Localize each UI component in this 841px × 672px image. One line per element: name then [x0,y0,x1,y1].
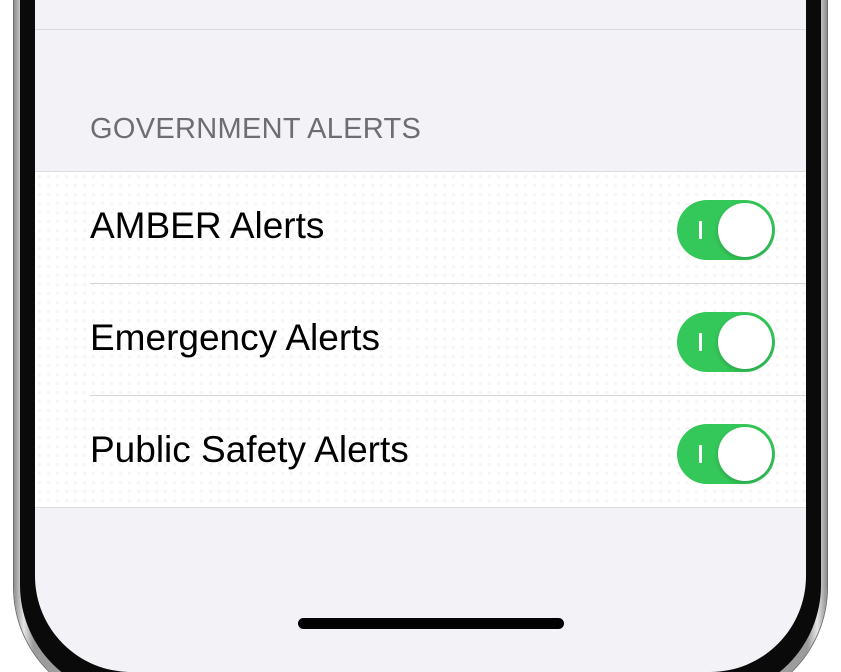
government-alerts-group: AMBER Alerts Emergency Alerts Public Saf… [35,171,806,508]
public-safety-alerts-row[interactable]: Public Safety Alerts [35,396,806,507]
home-indicator[interactable] [298,618,564,629]
amber-alerts-row[interactable]: AMBER Alerts [35,172,806,284]
section-divider [35,29,806,30]
public-safety-alerts-label: Public Safety Alerts [90,429,409,470]
amber-alerts-label: AMBER Alerts [90,205,325,246]
toggle-on-indicator-icon [699,445,702,463]
emergency-alerts-row[interactable]: Emergency Alerts [35,284,806,396]
emergency-alerts-label: Emergency Alerts [90,317,380,358]
section-header: GOVERNMENT ALERTS [90,113,422,145]
toggle-knob [718,315,772,369]
toggle-knob [718,427,772,481]
emergency-alerts-toggle[interactable] [677,312,775,372]
toggle-knob [718,203,772,257]
toggle-on-indicator-icon [699,221,702,239]
public-safety-alerts-toggle[interactable] [677,424,775,484]
toggle-on-indicator-icon [699,333,702,351]
settings-screen: GOVERNMENT ALERTS AMBER Alerts Emergency… [35,0,806,672]
amber-alerts-toggle[interactable] [677,200,775,260]
screenshot: GOVERNMENT ALERTS AMBER Alerts Emergency… [0,0,841,672]
